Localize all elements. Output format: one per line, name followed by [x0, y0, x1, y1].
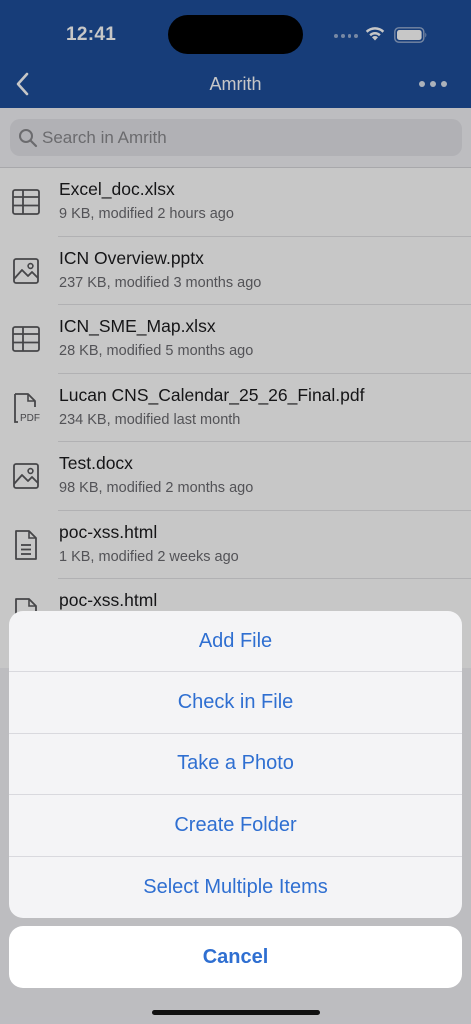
take-photo-button[interactable]: Take a Photo — [9, 734, 462, 796]
check-in-file-button[interactable]: Check in File — [9, 672, 462, 734]
select-multiple-items-button[interactable]: Select Multiple Items — [9, 857, 462, 918]
add-file-button[interactable]: Add File — [9, 611, 462, 673]
create-folder-button[interactable]: Create Folder — [9, 795, 462, 857]
action-sheet: Add File Check in File Take a Photo Crea… — [9, 611, 462, 918]
home-indicator[interactable] — [152, 1010, 320, 1015]
cancel-button[interactable]: Cancel — [9, 926, 462, 988]
